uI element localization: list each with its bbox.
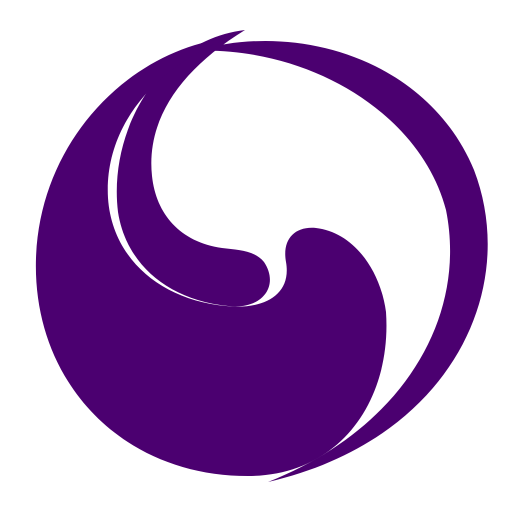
- swirl-logo-icon: [35, 30, 488, 482]
- logo-canvas: [0, 0, 512, 512]
